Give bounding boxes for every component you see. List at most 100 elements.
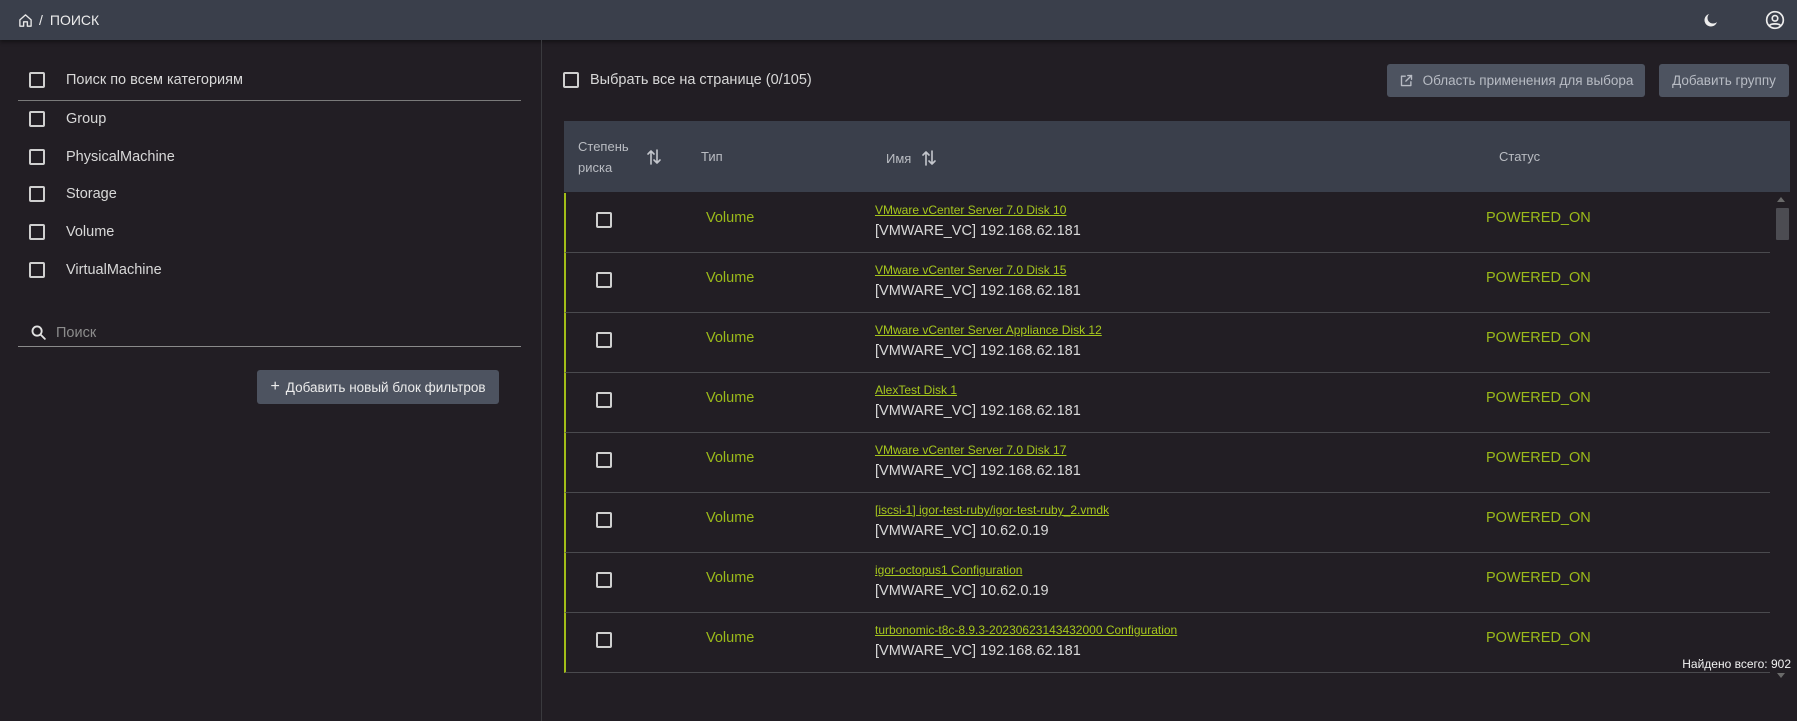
row-source: [VMWARE_VC] 192.168.62.181 xyxy=(875,283,1081,299)
select-all-label: Выбрать все на странице (0/105) xyxy=(590,72,812,88)
row-source: [VMWARE_VC] 10.62.0.19 xyxy=(875,583,1049,599)
column-header-status: Статус xyxy=(1499,149,1540,164)
checkbox[interactable] xyxy=(29,149,45,165)
results-panel: Выбрать все на странице (0/105) Область … xyxy=(543,40,1797,721)
sort-icon[interactable] xyxy=(646,148,662,166)
row-status: POWERED_ON xyxy=(1486,570,1591,586)
scrollbar-thumb[interactable] xyxy=(1776,208,1789,240)
column-header-type: Тип xyxy=(701,149,723,164)
row-checkbox[interactable] xyxy=(596,632,612,648)
selection-scope-button[interactable]: Область применения для выбора xyxy=(1387,64,1645,97)
breadcrumb-separator: / xyxy=(39,12,43,28)
breadcrumb-current: ПОИСК xyxy=(49,12,100,28)
checkbox[interactable] xyxy=(29,111,45,127)
row-name-link[interactable]: VMware vCenter Server 7.0 Disk 10 xyxy=(875,203,1066,217)
row-checkbox[interactable] xyxy=(596,392,612,408)
row-checkbox[interactable] xyxy=(596,512,612,528)
row-source: [VMWARE_VC] 192.168.62.181 xyxy=(875,223,1081,239)
checkbox[interactable] xyxy=(29,186,45,202)
search-icon xyxy=(18,324,47,341)
row-status: POWERED_ON xyxy=(1486,630,1591,646)
row-status: POWERED_ON xyxy=(1486,390,1591,406)
row-type: Volume xyxy=(706,270,755,286)
row-name-link[interactable]: VMware vCenter Server 7.0 Disk 15 xyxy=(875,263,1066,277)
filter-label: Volume xyxy=(66,224,115,240)
row-source: [VMWARE_VC] 192.168.62.181 xyxy=(875,343,1081,359)
moon-icon[interactable] xyxy=(1699,8,1723,32)
row-checkbox[interactable] xyxy=(596,332,612,348)
scroll-up-arrow-icon[interactable] xyxy=(1777,197,1785,202)
checkbox[interactable] xyxy=(29,224,45,240)
filter-label: PhysicalMachine xyxy=(66,149,175,165)
checkbox[interactable] xyxy=(29,72,45,88)
column-header-risk[interactable]: Степень риска xyxy=(578,136,668,178)
row-status: POWERED_ON xyxy=(1486,210,1591,226)
row-name-link[interactable]: VMware vCenter Server Appliance Disk 12 xyxy=(875,323,1102,337)
total-found-count: Найдено всего: 902 xyxy=(1682,657,1791,671)
filter-search xyxy=(18,319,521,347)
column-label: Степень риска xyxy=(578,139,629,175)
table-row: Volume VMware vCenter Server 7.0 Disk 15… xyxy=(564,253,1770,313)
add-filter-block-button[interactable]: + Добавить новый блок фильтров xyxy=(257,370,499,404)
row-name-link[interactable]: VMware vCenter Server 7.0 Disk 17 xyxy=(875,443,1066,457)
row-type: Volume xyxy=(706,510,755,526)
breadcrumb: / ПОИСК xyxy=(18,12,99,28)
table-body: Volume VMware vCenter Server 7.0 Disk 10… xyxy=(564,193,1790,681)
row-type: Volume xyxy=(706,630,755,646)
top-bar: / ПОИСК xyxy=(0,0,1797,40)
table-header: Степень риска Тип Имя Статус xyxy=(564,121,1790,192)
row-checkbox[interactable] xyxy=(596,452,612,468)
filter-all-categories[interactable]: Поиск по всем категориям xyxy=(29,72,243,88)
row-type: Volume xyxy=(706,570,755,586)
add-group-label: Добавить группу xyxy=(1672,73,1776,88)
selection-scope-label: Область применения для выбора xyxy=(1422,73,1634,88)
row-checkbox[interactable] xyxy=(596,272,612,288)
home-icon[interactable] xyxy=(18,13,33,28)
table-row: Volume VMware vCenter Server 7.0 Disk 10… xyxy=(564,193,1770,253)
column-label: Имя xyxy=(886,150,912,166)
filter-label: Storage xyxy=(66,186,117,202)
filter-panel: Поиск по всем категориям Group PhysicalM… xyxy=(0,40,542,721)
table-row: Volume igor-octopus1 Configuration [VMWA… xyxy=(564,553,1770,613)
table-row: Volume VMware vCenter Server 7.0 Disk 17… xyxy=(564,433,1770,493)
search-input[interactable] xyxy=(56,324,496,341)
table-scrollbar[interactable] xyxy=(1772,195,1790,680)
account-circle-icon[interactable] xyxy=(1763,8,1787,32)
row-name-link[interactable]: igor-octopus1 Configuration xyxy=(875,563,1022,577)
select-all-on-page[interactable]: Выбрать все на странице (0/105) xyxy=(563,72,812,88)
checkbox[interactable] xyxy=(563,72,579,88)
table-row: Volume turbonomic-t8c-8.9.3-202306231434… xyxy=(564,613,1770,673)
filter-category-virtualmachine[interactable]: VirtualMachine xyxy=(29,262,162,278)
table-row: Volume [iscsi-1] igor-test-ruby/igor-tes… xyxy=(564,493,1770,553)
checkbox[interactable] xyxy=(29,262,45,278)
plus-icon: + xyxy=(270,378,280,395)
row-status: POWERED_ON xyxy=(1486,450,1591,466)
row-source: [VMWARE_VC] 10.62.0.19 xyxy=(875,523,1049,539)
row-checkbox[interactable] xyxy=(596,212,612,228)
row-source: [VMWARE_VC] 192.168.62.181 xyxy=(875,463,1081,479)
column-header-name[interactable]: Имя xyxy=(886,149,937,167)
filter-category-physicalmachine[interactable]: PhysicalMachine xyxy=(29,149,175,165)
filter-category-volume[interactable]: Volume xyxy=(29,224,114,240)
divider xyxy=(18,100,521,101)
add-filter-block-label: Добавить новый блок фильтров xyxy=(285,379,486,395)
add-group-button[interactable]: Добавить группу xyxy=(1659,64,1789,97)
table-row: Volume VMware vCenter Server Appliance D… xyxy=(564,313,1770,373)
row-status: POWERED_ON xyxy=(1486,510,1591,526)
filter-label: VirtualMachine xyxy=(66,262,162,278)
filter-category-group[interactable]: Group xyxy=(29,111,106,127)
row-type: Volume xyxy=(706,390,755,406)
row-type: Volume xyxy=(706,210,755,226)
row-name-link[interactable]: turbonomic-t8c-8.9.3-20230623143432000 C… xyxy=(875,623,1177,637)
column-label: Статус xyxy=(1499,149,1541,164)
row-type: Volume xyxy=(706,330,755,346)
filter-category-storage[interactable]: Storage xyxy=(29,186,117,202)
row-name-link[interactable]: [iscsi-1] igor-test-ruby/igor-test-ruby_… xyxy=(875,503,1109,517)
filter-label: Поиск по всем категориям xyxy=(66,72,243,88)
scroll-down-arrow-icon[interactable] xyxy=(1777,673,1785,678)
row-status: POWERED_ON xyxy=(1486,330,1591,346)
sort-icon[interactable] xyxy=(921,149,937,167)
row-checkbox[interactable] xyxy=(596,572,612,588)
row-name-link[interactable]: AlexTest Disk 1 xyxy=(875,383,957,397)
row-source: [VMWARE_VC] 192.168.62.181 xyxy=(875,403,1081,419)
